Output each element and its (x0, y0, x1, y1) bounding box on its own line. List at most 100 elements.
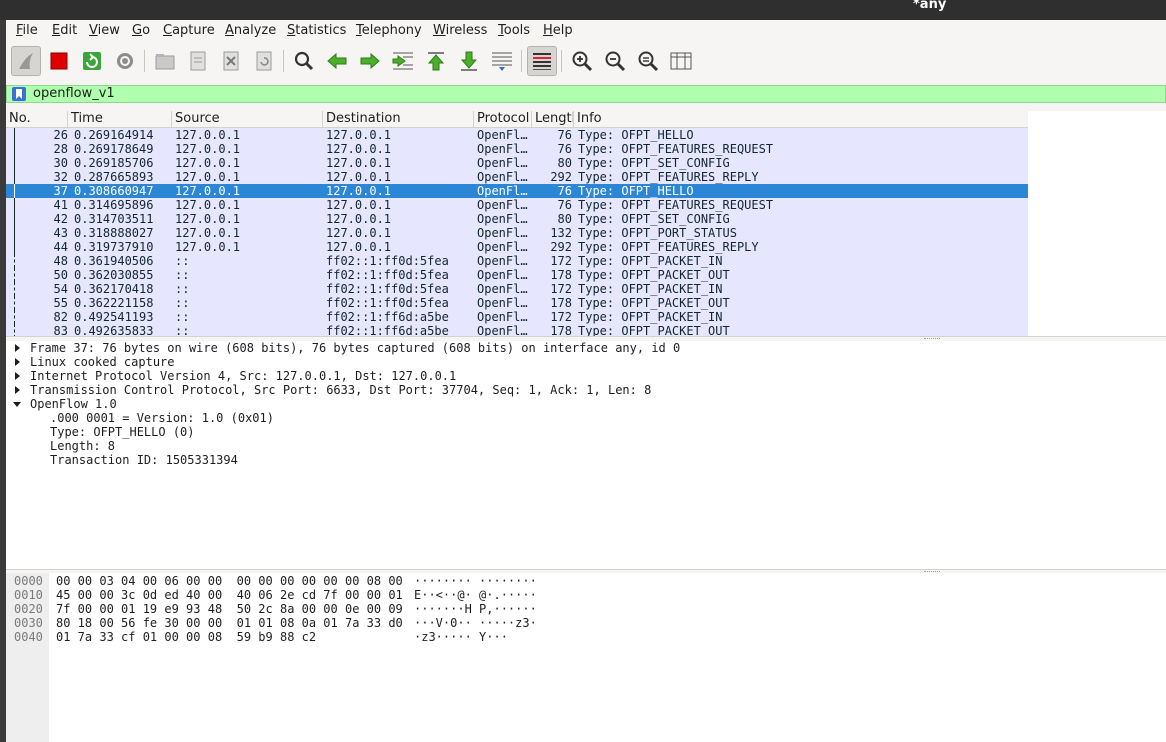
packet-row[interactable]: 43 0.318888027 127.0.0.1 127.0.0.1 OpenFl… 13… (6, 226, 1028, 240)
packet-row[interactable]: 55 0.362221158:: ff02::1:ff0d:5fea OpenFl… 1… (6, 296, 1028, 310)
byte-ascii[interactable]: E··<··@· @·.····· (414, 588, 537, 602)
restart-capture-icon[interactable] (77, 46, 107, 76)
column-header-time[interactable]: Time (68, 111, 172, 128)
packet-number: 32 (53, 170, 68, 184)
byte-ascii[interactable]: ·z3····· Y··· (414, 630, 508, 644)
open-file-icon[interactable] (150, 46, 180, 76)
byte-offset[interactable]: 0020 (14, 602, 43, 616)
packet-row-selected[interactable]: 37 0.308660947 127.0.0.1 127.0.0.1 OpenFl… 76… (6, 184, 1028, 198)
toolbar-separator (561, 50, 562, 72)
menu-telephony[interactable]: Telephony (356, 23, 422, 39)
column-header-no[interactable]: No. (6, 111, 68, 128)
detail-tree-item[interactable]: OpenFlow 1.0 (30, 397, 117, 411)
packet-source: :: (175, 310, 190, 324)
packet-row[interactable]: 48 0.361940506:: ff02::1:ff0d:5fea OpenFl… 1… (6, 254, 1028, 268)
byte-ascii[interactable]: ···V·0·· ·····z3· (414, 616, 537, 630)
menu-wireless[interactable]: Wireless (433, 23, 487, 39)
menu-edit[interactable]: Edit (52, 23, 77, 39)
packet-row[interactable]: 54 0.362170418:: ff02::1:ff0d:5fea OpenFl… 1… (6, 282, 1028, 296)
detail-field[interactable]: Transaction ID: 1505331394 (50, 453, 238, 467)
column-header-length[interactable]: Length (532, 111, 574, 128)
packet-row[interactable]: 32 0.287665893 127.0.0.1 127.0.0.1 OpenFl… 29… (6, 170, 1028, 184)
collapsed-arrow-icon[interactable] (13, 358, 21, 366)
packet-length: 76 (557, 142, 572, 156)
byte-ascii[interactable]: ········ ········ (414, 574, 537, 588)
byte-ascii[interactable]: ·······H P,······ (414, 602, 537, 616)
packet-row[interactable]: 30 0.269185706 127.0.0.1 127.0.0.1 OpenFl… 80… (6, 156, 1028, 170)
menu-view[interactable]: View (89, 23, 120, 39)
colorize-icon[interactable] (527, 46, 557, 76)
stop-capture-icon[interactable] (44, 46, 74, 76)
packet-row[interactable]: 28 0.269178649 127.0.0.1 127.0.0.1 OpenFl… 76… (6, 142, 1028, 156)
byte-offset[interactable]: 0040 (14, 630, 43, 644)
resize-columns-icon[interactable] (666, 46, 696, 76)
byte-hex[interactable]: 01 7a 33 cf 01 00 00 08 59 b9 88 c2 (56, 630, 316, 644)
byte-offset[interactable]: 0030 (14, 616, 43, 630)
collapsed-arrow-icon[interactable] (13, 372, 21, 380)
packet-row[interactable]: 42 0.314703511 127.0.0.1 127.0.0.1 OpenFl… 80… (6, 212, 1028, 226)
packet-row[interactable]: 26 0.269164914 127.0.0.1 127.0.0.1 OpenFl… 76… (6, 128, 1028, 142)
display-filter-input[interactable] (33, 86, 1153, 102)
zoom-in-icon[interactable] (567, 46, 597, 76)
packet-row[interactable]: 41 0.314695896 127.0.0.1 127.0.0.1 OpenFl… 76… (6, 198, 1028, 212)
packet-length: 132 (550, 226, 572, 240)
packet-destination: ff02::1:ff6d:a5be (326, 310, 449, 324)
byte-hex[interactable]: 80 18 00 56 fe 30 00 00 01 01 08 0a 01 7… (56, 616, 403, 630)
packet-time: 0.319737910 (74, 240, 154, 254)
column-header-info[interactable]: Info (574, 111, 1028, 128)
byte-offset[interactable]: 0000 (14, 574, 43, 588)
collapsed-arrow-icon[interactable] (13, 344, 21, 352)
close-file-icon[interactable] (216, 46, 246, 76)
detail-tree-item[interactable]: Internet Protocol Version 4, Src: 127.0.… (30, 369, 456, 383)
packet-source: :: (175, 324, 190, 336)
detail-field[interactable]: Type: OFPT_HELLO (0) (50, 425, 195, 439)
byte-hex[interactable]: 45 00 00 3c 0d ed 40 00 40 06 2e cd 7f 0… (56, 588, 403, 602)
packet-row[interactable]: 50 0.362030855:: ff02::1:ff0d:5fea OpenFl… 1… (6, 268, 1028, 282)
menu-capture[interactable]: Capture (163, 23, 215, 39)
menu-go[interactable]: Go (132, 23, 150, 39)
find-packet-icon[interactable] (289, 46, 319, 76)
packet-row[interactable]: 82 0.492541193:: ff02::1:ff6d:a5be OpenFl… 1… (6, 310, 1028, 324)
autoscroll-icon[interactable] (487, 46, 517, 76)
detail-field[interactable]: Length: 8 (50, 439, 115, 453)
byte-hex[interactable]: 7f 00 00 01 19 e9 93 48 50 2c 8a 00 00 0… (56, 602, 403, 616)
normal-size-icon[interactable] (633, 46, 663, 76)
collapsed-arrow-icon[interactable] (13, 386, 21, 394)
menu-file[interactable]: File (16, 23, 38, 39)
go-back-icon[interactable] (322, 46, 352, 76)
go-to-packet-icon[interactable] (388, 46, 418, 76)
shark-fin-icon[interactable] (11, 46, 41, 76)
menu-statistics[interactable]: Statistics (287, 23, 346, 39)
packet-row[interactable]: 44 0.319737910 127.0.0.1 127.0.0.1 OpenFl… 29… (6, 240, 1028, 254)
last-packet-icon[interactable] (454, 46, 484, 76)
save-file-icon[interactable] (183, 46, 213, 76)
packet-row[interactable]: 83 0.492635833:: ff02::1:ff6d:a5be OpenFl… 1… (6, 324, 1028, 336)
capture-options-icon[interactable] (110, 46, 140, 76)
byte-hex[interactable]: 00 00 03 04 00 06 00 00 00 00 00 00 00 0… (56, 574, 403, 588)
reload-file-icon[interactable] (249, 46, 279, 76)
detail-field[interactable]: .000 0001 = Version: 1.0 (0x01) (50, 411, 274, 425)
packet-time: 0.314703511 (74, 212, 154, 226)
packet-info: Type: OFPT_PACKET_IN (578, 254, 723, 268)
menu-help[interactable]: Help (543, 23, 573, 39)
packet-info: Type: OFPT_PACKET_OUT (578, 324, 730, 336)
column-header-source[interactable]: Source (172, 111, 323, 128)
first-packet-icon[interactable] (421, 46, 451, 76)
go-forward-icon[interactable] (355, 46, 385, 76)
zoom-out-icon[interactable] (600, 46, 630, 76)
packet-protocol: OpenFl… (477, 128, 528, 142)
menu-analyze[interactable]: Analyze (225, 23, 276, 39)
splitter-grip[interactable] (924, 338, 940, 340)
detail-tree-item[interactable]: Transmission Control Protocol, Src Port:… (30, 383, 651, 397)
bookmark-icon[interactable] (12, 87, 26, 101)
expanded-arrow-icon[interactable] (13, 400, 21, 408)
packet-length: 292 (550, 170, 572, 184)
column-header-destination[interactable]: Destination (323, 111, 474, 128)
menu-bar: File Edit View Go Capture Analyze Statis… (6, 20, 1166, 42)
detail-tree-item[interactable]: Linux cooked capture (30, 355, 175, 369)
packet-time: 0.318888027 (74, 226, 154, 240)
menu-tools[interactable]: Tools (498, 23, 530, 39)
detail-tree-item[interactable]: Frame 37: 76 bytes on wire (608 bits), 7… (30, 341, 680, 355)
column-header-protocol[interactable]: Protocol (474, 111, 532, 128)
byte-offset[interactable]: 0010 (14, 588, 43, 602)
